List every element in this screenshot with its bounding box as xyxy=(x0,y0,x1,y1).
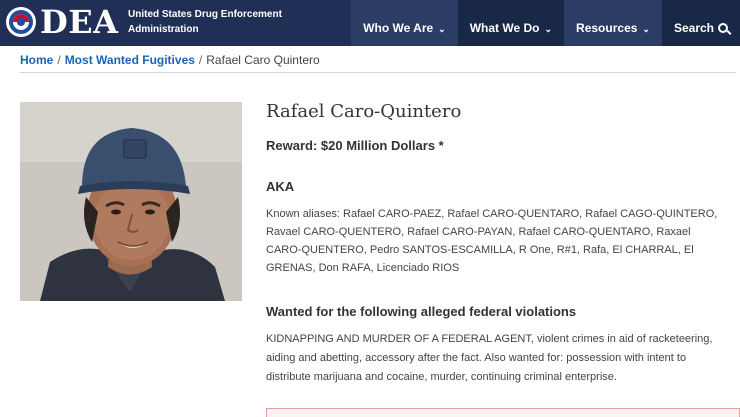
fugitive-photo xyxy=(20,102,242,301)
nav-label: Who We Are xyxy=(363,21,434,35)
breadcrumb-home-link[interactable]: Home xyxy=(20,53,53,67)
breadcrumb-separator: / xyxy=(198,53,203,67)
dea-logo-text[interactable]: DEA xyxy=(40,2,118,42)
nav-search[interactable]: Search xyxy=(661,0,740,46)
main-nav: Who We Are ⌄ What We Do ⌄ Resources ⌄ Se… xyxy=(351,0,740,46)
chevron-down-icon: ⌄ xyxy=(642,23,650,34)
chevron-down-icon: ⌄ xyxy=(438,23,446,34)
fugitive-info: Rafael Caro-Quintero Reward: $20 Million… xyxy=(266,100,728,383)
aka-heading: AKA xyxy=(266,179,295,194)
site-header: DEA United States Drug Enforcement Admin… xyxy=(0,0,740,46)
violations-text: KIDNAPPING AND MURDER OF A FEDERAL AGENT… xyxy=(266,333,713,383)
nav-what-we-do[interactable]: What We Do ⌄ xyxy=(457,0,565,46)
nav-who-we-are[interactable]: Who We Are ⌄ xyxy=(351,0,458,46)
aliases-text: Known aliases: Rafael CARO-PAEZ, Rafael … xyxy=(266,208,718,274)
agency-line-2: Administration xyxy=(128,24,199,35)
dea-seal-logo-icon[interactable] xyxy=(6,7,36,37)
agency-line-1: United States Drug Enforcement xyxy=(128,9,282,20)
agency-name: United States Drug Enforcement Administr… xyxy=(128,7,282,37)
reward-amount: Reward: $20 Million Dollars * xyxy=(266,138,444,153)
nav-label: Resources xyxy=(576,21,638,35)
breadcrumb-divider xyxy=(20,72,736,73)
breadcrumb-separator: / xyxy=(57,53,61,67)
notice-box xyxy=(266,408,740,417)
nav-resources[interactable]: Resources ⌄ xyxy=(564,0,662,46)
nav-label: What We Do xyxy=(469,21,540,35)
chevron-down-icon: ⌄ xyxy=(544,23,553,34)
nav-label: Search xyxy=(673,21,714,35)
breadcrumb-most-wanted-link[interactable]: Most Wanted Fugitives xyxy=(65,53,195,67)
violations-heading: Wanted for the following alleged federal… xyxy=(266,304,577,319)
search-icon xyxy=(718,23,728,33)
breadcrumb: Home / Most Wanted Fugitives / Rafael Caro Q… xyxy=(20,53,320,67)
breadcrumb-current: Rafael Caro Quintero xyxy=(206,53,320,67)
fugitive-name: Rafael Caro-Quintero xyxy=(266,101,462,122)
